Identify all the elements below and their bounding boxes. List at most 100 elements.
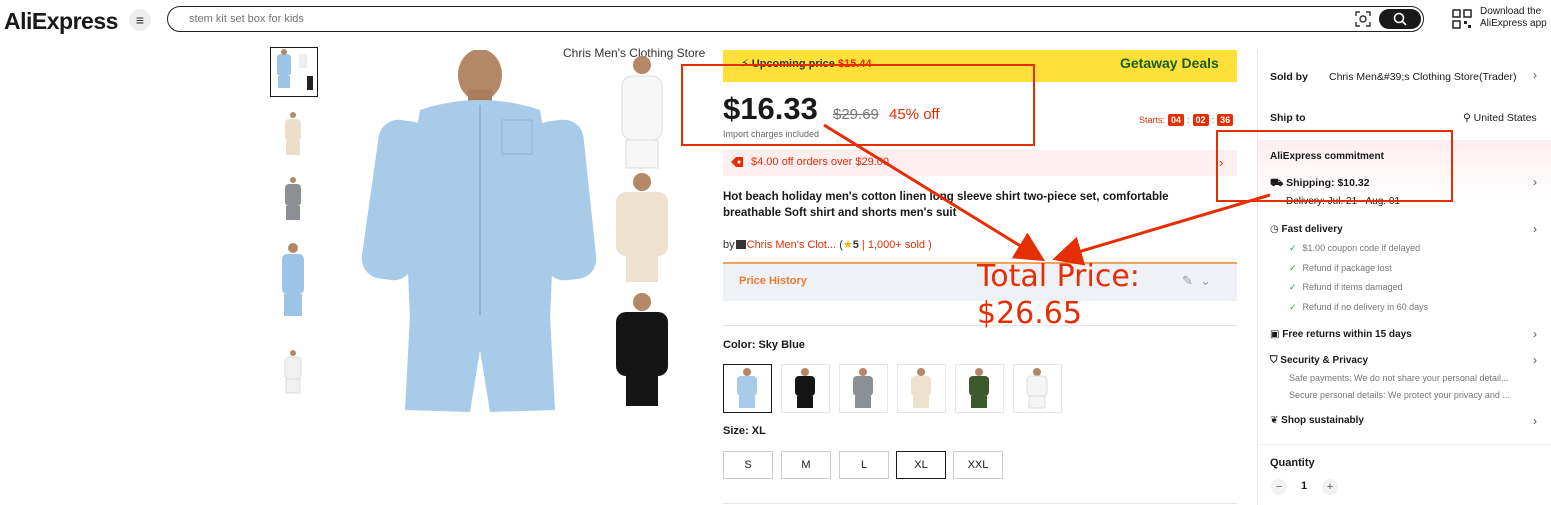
sold-count: | 1,000+ sold ) bbox=[858, 239, 932, 251]
download-line1: Download the bbox=[1480, 6, 1542, 17]
swatch-image bbox=[911, 368, 931, 408]
coupon-text: $4.00 off orders over $29.00 bbox=[751, 156, 890, 168]
ship-to-label: Ship to bbox=[1270, 112, 1306, 124]
thumbnail-5[interactable] bbox=[270, 348, 318, 398]
free-returns-label: Free returns within 15 days bbox=[1282, 329, 1412, 340]
free-returns[interactable]: ▣ Free returns within 15 days bbox=[1270, 329, 1412, 340]
store-byline: by Chris Men's Clot... (★5 | 1,000+ sold … bbox=[723, 238, 932, 251]
rating-open: ( bbox=[836, 239, 843, 251]
tag-icon bbox=[731, 157, 743, 167]
annotation-price-box bbox=[681, 64, 1035, 146]
thumbnail-image bbox=[285, 177, 301, 220]
shop-sustainably[interactable]: ❦ Shop sustainably bbox=[1270, 415, 1364, 426]
divider bbox=[1257, 444, 1551, 445]
color-swatch-sky-blue[interactable] bbox=[723, 364, 772, 413]
location-pin-icon: ⚲ bbox=[1463, 112, 1471, 124]
qr-code-icon[interactable] bbox=[1452, 9, 1472, 29]
countdown-timer: Starts: 04: 02: 36 bbox=[1139, 114, 1234, 126]
fast-delivery-item: ✓ Refund if no delivery in 60 days bbox=[1289, 302, 1429, 312]
thumbnail-3[interactable] bbox=[270, 175, 318, 225]
thumbnail-image bbox=[277, 49, 313, 90]
color-swatch-black[interactable] bbox=[781, 364, 830, 413]
thumbnail-image bbox=[285, 112, 301, 155]
search-icon bbox=[1393, 12, 1407, 26]
size-option-xxl[interactable]: XXL bbox=[953, 451, 1003, 479]
fast-delivery-item: ✓ Refund if package lost bbox=[1289, 263, 1392, 273]
sustainable-label: Shop sustainably bbox=[1281, 415, 1364, 426]
quantity-decrease-button[interactable]: − bbox=[1271, 479, 1287, 495]
quantity-value[interactable]: 1 bbox=[1301, 480, 1307, 492]
swatch-image bbox=[1026, 368, 1048, 409]
timer-hours: 04 bbox=[1168, 114, 1185, 126]
color-swatch-army-green[interactable] bbox=[955, 364, 1004, 413]
menu-button[interactable]: ≡ bbox=[129, 9, 151, 31]
annotation-total-price: Total Price: $26.65 bbox=[977, 258, 1140, 332]
store-link[interactable]: Chris Men's Clot... bbox=[747, 239, 837, 251]
ship-to-country[interactable]: ⚲ United States bbox=[1463, 112, 1537, 124]
size-option-l[interactable]: L bbox=[839, 451, 889, 479]
fast-delivery-label: Fast delivery bbox=[1281, 224, 1343, 235]
clock-icon: ◷ bbox=[1270, 224, 1279, 235]
sold-by-store[interactable]: Chris Men&#39;s Clothing Store(Trader) bbox=[1329, 71, 1517, 83]
download-app-link[interactable]: Download the AliExpress app bbox=[1480, 6, 1547, 30]
thumbnail-image bbox=[284, 350, 302, 394]
download-line2: AliExpress app bbox=[1480, 18, 1547, 29]
size-option-xl[interactable]: XL bbox=[896, 451, 946, 479]
product-title: Hot beach holiday men's cotton linen lon… bbox=[723, 191, 1169, 219]
security-privacy[interactable]: ⛉ Security & Privacy bbox=[1270, 355, 1368, 366]
image-search-icon[interactable] bbox=[1355, 11, 1371, 27]
hamburger-icon: ≡ bbox=[135, 12, 145, 28]
getaway-deals-badge[interactable]: Getaway Deals bbox=[1120, 55, 1219, 71]
chevron-right-icon[interactable]: › bbox=[1533, 327, 1537, 341]
size-option-s[interactable]: S bbox=[723, 451, 773, 479]
timer-minutes: 02 bbox=[1192, 114, 1209, 126]
sold-by-label: Sold by bbox=[1270, 71, 1308, 83]
fast-delivery[interactable]: ◷ Fast delivery bbox=[1270, 224, 1343, 235]
main-product-image[interactable] bbox=[350, 50, 710, 415]
star-icon: ★ bbox=[842, 239, 853, 251]
thumbnail-1[interactable] bbox=[270, 47, 318, 97]
price-history-actions[interactable]: ✎ ⌄ bbox=[1182, 273, 1211, 289]
chevron-right-icon[interactable]: › bbox=[1533, 414, 1537, 428]
swatch-image bbox=[853, 368, 873, 408]
size-label: Size: XL bbox=[723, 425, 766, 437]
aliexpress-logo[interactable]: AliExpress bbox=[4, 8, 118, 35]
security-item: Secure personal details: We protect your… bbox=[1289, 390, 1510, 400]
price-history-label: Price History bbox=[739, 275, 807, 287]
search-button[interactable] bbox=[1379, 9, 1421, 29]
side-model-beige bbox=[616, 173, 668, 282]
fast-delivery-item: ✓ $1.00 coupon code if delayed bbox=[1289, 243, 1421, 253]
shield-icon: ⛉ bbox=[1270, 355, 1278, 366]
search-bar[interactable] bbox=[167, 6, 1424, 32]
pencil-icon[interactable]: ✎ bbox=[1182, 273, 1193, 288]
store-icon bbox=[735, 240, 746, 249]
side-model-black bbox=[616, 293, 668, 406]
thumbnail-image bbox=[282, 243, 304, 316]
chevron-right-icon[interactable]: › bbox=[1533, 222, 1537, 236]
chevron-right-icon[interactable]: › bbox=[1533, 353, 1537, 367]
swatch-image bbox=[795, 368, 815, 408]
by-label: by bbox=[723, 239, 735, 251]
fast-delivery-item: ✓ Refund if items damaged bbox=[1289, 282, 1403, 292]
side-model-white bbox=[621, 56, 663, 169]
security-item: Safe payments: We do not share your pers… bbox=[1289, 373, 1509, 383]
thumbnail-4[interactable] bbox=[270, 240, 318, 332]
color-swatch-white[interactable] bbox=[1013, 364, 1062, 413]
return-box-icon: ▣ bbox=[1270, 329, 1280, 340]
thumbnail-2[interactable] bbox=[270, 110, 318, 160]
logo-text: AliExpress bbox=[4, 8, 118, 34]
leaf-icon: ❦ bbox=[1270, 415, 1279, 426]
chevron-down-icon[interactable]: ⌄ bbox=[1200, 273, 1211, 288]
security-label: Security & Privacy bbox=[1280, 355, 1369, 366]
search-input[interactable] bbox=[187, 12, 1291, 26]
swatch-image bbox=[737, 368, 757, 408]
chevron-right-icon[interactable]: › bbox=[1533, 68, 1537, 82]
color-swatch-beige[interactable] bbox=[897, 364, 946, 413]
chevron-right-icon[interactable]: › bbox=[1533, 175, 1537, 189]
divider bbox=[723, 503, 1237, 504]
quantity-increase-button[interactable]: + bbox=[1322, 479, 1338, 495]
quantity-label: Quantity bbox=[1270, 457, 1315, 469]
starts-label: Starts: bbox=[1139, 115, 1166, 125]
color-swatch-gray[interactable] bbox=[839, 364, 888, 413]
size-option-m[interactable]: M bbox=[781, 451, 831, 479]
